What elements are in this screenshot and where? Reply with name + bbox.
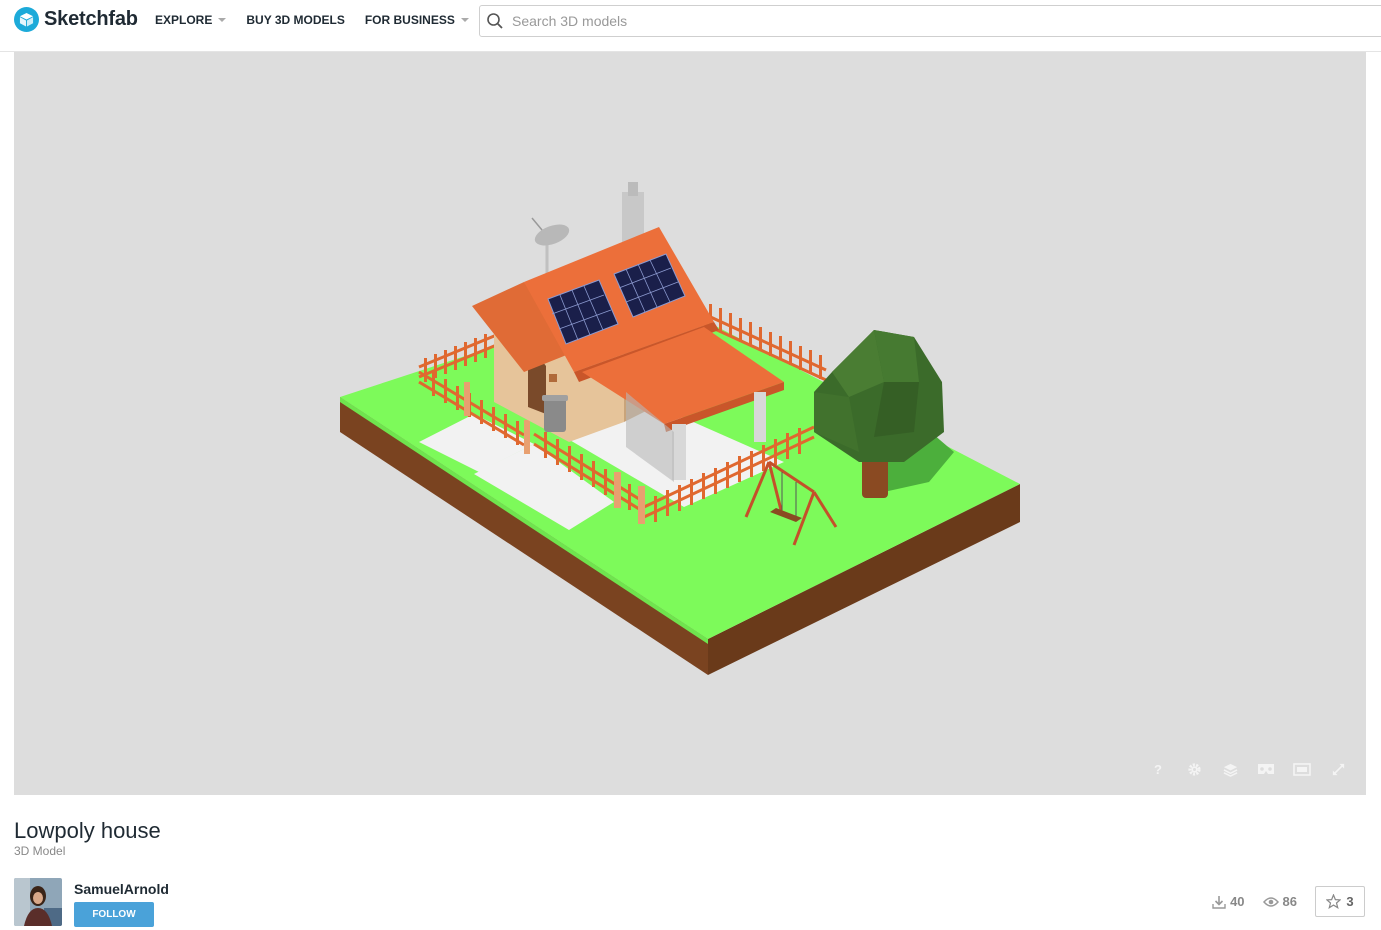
sketchfab-cube-icon <box>14 6 39 32</box>
nav-buy-3d-models[interactable]: BUY 3D MODELS <box>246 13 344 27</box>
follow-button[interactable]: FOLLOW <box>74 902 154 927</box>
viewer-controls: ? <box>1140 759 1356 779</box>
author-section: SamuelArnold FOLLOW <box>14 878 169 927</box>
nav-for-business[interactable]: FOR BUSINESS <box>365 13 469 27</box>
fullscreen-icon <box>1332 763 1344 775</box>
chevron-down-icon <box>218 18 227 22</box>
like-button[interactable]: 3 <box>1315 886 1365 917</box>
nav-explore-label: EXPLORE <box>155 13 213 27</box>
model-stats: 40 86 3 <box>1212 886 1365 917</box>
fullscreen-button[interactable] <box>1320 759 1356 779</box>
author-info: SamuelArnold FOLLOW <box>74 878 169 927</box>
help-button[interactable]: ? <box>1140 759 1176 779</box>
theatre-mode-button[interactable] <box>1284 759 1320 779</box>
layers-icon <box>1223 763 1237 777</box>
star-icon <box>1326 894 1342 909</box>
layers-button[interactable] <box>1212 759 1248 779</box>
settings-button[interactable] <box>1176 759 1212 779</box>
view-count: 86 <box>1262 894 1297 909</box>
theatre-mode-icon <box>1293 762 1311 776</box>
download-count-value: 40 <box>1230 894 1245 909</box>
model-viewer[interactable]: ? <box>14 52 1366 795</box>
gear-icon <box>1187 762 1201 776</box>
search-box[interactable] <box>479 5 1381 37</box>
help-icon: ? <box>1154 761 1162 777</box>
vr-button[interactable] <box>1248 759 1284 779</box>
brand-name: Sketchfab <box>44 7 138 30</box>
model-render <box>340 182 1020 675</box>
main-nav: EXPLORE BUY 3D MODELS FOR BUSINESS <box>155 13 489 27</box>
view-count-value: 86 <box>1282 894 1297 909</box>
model-title: Lowpoly house <box>14 818 161 843</box>
model-type: 3D Model <box>14 844 66 858</box>
download-icon <box>1212 895 1226 909</box>
like-count-value: 3 <box>1346 894 1354 909</box>
avatar[interactable] <box>14 878 62 926</box>
search-input[interactable] <box>512 13 1312 29</box>
sketchfab-logo[interactable]: Sketchfab <box>14 6 138 32</box>
search-icon <box>487 13 503 29</box>
download-count: 40 <box>1212 894 1245 909</box>
chevron-down-icon <box>460 18 469 22</box>
top-navigation-bar: Sketchfab EXPLORE BUY 3D MODELS FOR BUSI… <box>0 0 1381 52</box>
author-name[interactable]: SamuelArnold <box>74 881 169 897</box>
nav-buy-label: BUY 3D MODELS <box>246 13 345 27</box>
vr-icon <box>1258 764 1274 774</box>
eye-icon <box>1262 896 1279 907</box>
nav-business-label: FOR BUSINESS <box>364 13 455 27</box>
nav-explore[interactable]: EXPLORE <box>155 13 227 27</box>
